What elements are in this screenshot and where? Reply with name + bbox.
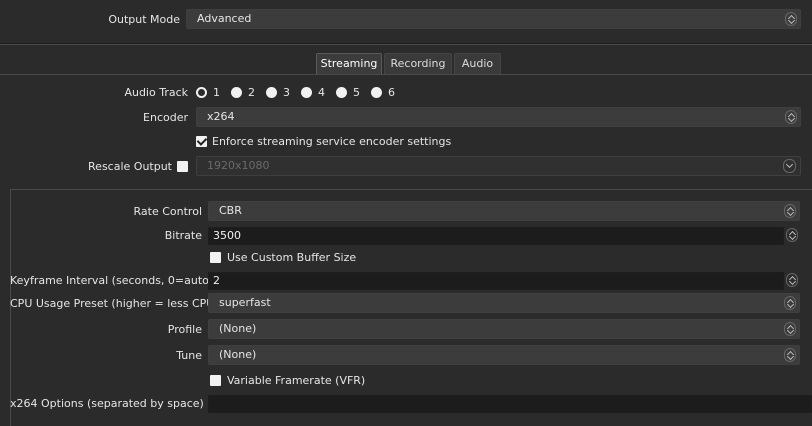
rate-control-label: Rate Control [133, 205, 202, 218]
encoder-select[interactable]: x264 [196, 107, 801, 127]
bitrate-input[interactable]: 3500 [208, 227, 784, 245]
output-mode-value: Advanced [197, 12, 252, 25]
audio-track-radio-6[interactable] [371, 87, 382, 98]
updown-arrows-icon [785, 110, 797, 124]
custom-buffer-label: Use Custom Buffer Size [227, 251, 357, 264]
audio-track-radio-5[interactable] [336, 87, 347, 98]
audio-track-radio-2-label: 2 [248, 86, 255, 99]
audio-track-radio-2[interactable] [231, 87, 242, 98]
updown-arrows-icon [784, 348, 796, 362]
audio-track-radio-3-label: 3 [283, 86, 290, 99]
cpu-preset-select[interactable]: superfast [208, 293, 800, 313]
rescale-resolution-value: 1920x1080 [207, 159, 270, 172]
audio-track-label: Audio Track [124, 86, 188, 99]
output-mode-select[interactable]: Advanced [186, 9, 801, 29]
tune-label: Tune [176, 349, 202, 362]
tune-select[interactable]: (None) [208, 345, 800, 365]
rescale-output-checkbox[interactable] [177, 161, 188, 172]
audio-track-radio-3[interactable] [266, 87, 277, 98]
updown-arrows-icon [784, 296, 796, 310]
audio-track-radio-5-label: 5 [353, 86, 360, 99]
rescale-output-label: Rescale Output [88, 160, 172, 173]
enforce-checkbox[interactable] [196, 136, 207, 147]
x264-options-label: x264 Options (separated by space) [10, 397, 204, 410]
tab-streaming[interactable]: Streaming [316, 53, 382, 74]
tab-bar-border [0, 74, 812, 75]
chevron-down-icon [783, 159, 796, 173]
tab-recording[interactable]: Recording [384, 53, 452, 74]
audio-track-radio-1-label: 1 [213, 86, 220, 99]
tab-audio[interactable]: Audio [454, 53, 501, 74]
audio-track-radio-6-label: 6 [388, 86, 395, 99]
output-mode-label: Output Mode [108, 13, 180, 26]
keyframe-interval-label: Keyframe Interval (seconds, 0=auto) [10, 274, 214, 287]
bitrate-spinner-icon[interactable] [786, 228, 798, 242]
profile-label: Profile [167, 323, 202, 336]
x264-options-input[interactable] [208, 395, 812, 413]
audio-track-radio-1[interactable] [196, 87, 207, 98]
audio-track-group: 1 2 3 4 5 6 [196, 87, 416, 101]
profile-select[interactable]: (None) [208, 319, 800, 339]
keyframe-spinner-icon[interactable] [786, 273, 798, 287]
cpu-preset-value: superfast [219, 296, 271, 309]
audio-track-radio-4-label: 4 [318, 86, 325, 99]
profile-value: (None) [219, 322, 257, 335]
updown-arrows-icon [784, 322, 796, 336]
custom-buffer-checkbox[interactable] [210, 252, 221, 263]
tune-value: (None) [219, 348, 257, 361]
cpu-preset-label: CPU Usage Preset (higher = less CPU) [10, 297, 219, 310]
vfr-label: Variable Framerate (VFR) [227, 374, 366, 387]
encoder-label: Encoder [143, 111, 188, 124]
bitrate-label: Bitrate [164, 229, 202, 242]
updown-arrows-icon [784, 204, 796, 218]
rate-control-value: CBR [219, 204, 242, 217]
enforce-label: Enforce streaming service encoder settin… [212, 135, 452, 148]
encoder-value: x264 [207, 110, 235, 123]
separator-highlight [0, 44, 812, 45]
rescale-resolution-select[interactable]: 1920x1080 [196, 156, 801, 176]
audio-track-radio-4[interactable] [301, 87, 312, 98]
updown-arrows-icon [785, 12, 797, 26]
keyframe-interval-input[interactable]: 2 [208, 272, 784, 290]
rate-control-select[interactable]: CBR [208, 201, 800, 221]
vfr-checkbox[interactable] [210, 375, 221, 386]
